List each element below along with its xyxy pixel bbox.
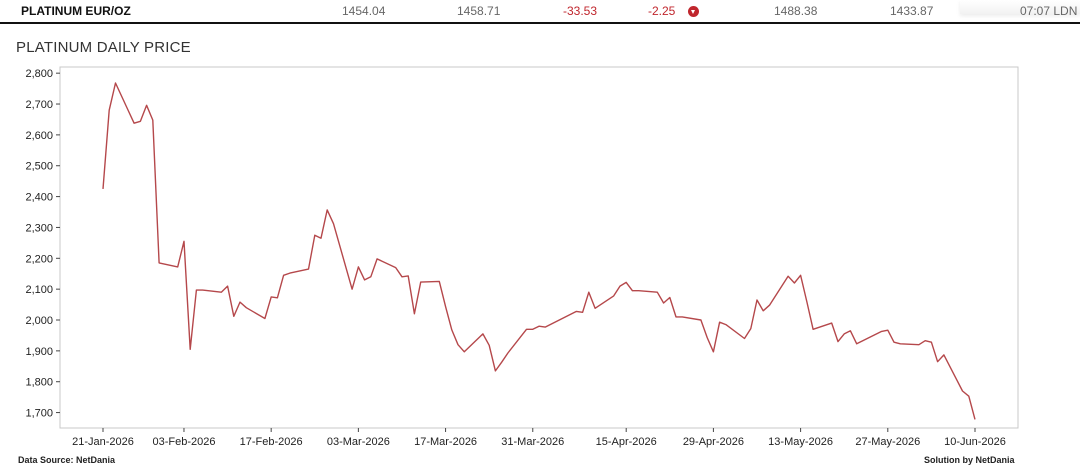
x-tick-label: 13-May-2026 <box>768 436 833 448</box>
x-tick-label: 03-Feb-2026 <box>152 436 215 448</box>
plot-area <box>59 66 1019 429</box>
x-tick-label: 17-Feb-2026 <box>240 436 303 448</box>
x-tick-label: 17-Mar-2026 <box>414 436 477 448</box>
solution-label: Solution by NetDania <box>924 455 1015 465</box>
y-tick-label: 2,800 <box>25 68 53 80</box>
x-tick-label: 15-Apr-2026 <box>596 436 657 448</box>
y-tick-label: 2,100 <box>25 284 53 296</box>
x-tick-label: 29-Apr-2026 <box>683 436 744 448</box>
x-tick-label: 27-May-2026 <box>855 436 920 448</box>
y-tick-label: 2,600 <box>25 130 53 142</box>
data-source-label: Data Source: NetDania <box>18 455 116 465</box>
y-tick-label: 1,800 <box>25 377 53 389</box>
y-tick-label: 1,900 <box>25 346 53 358</box>
y-tick-label: 2,200 <box>25 253 53 265</box>
price-chart: 1,700 1,800 1,900 2,000 2,100 2,200 2,300 2,400… <box>25 66 1019 448</box>
x-tick-label: 03-Mar-2026 <box>327 436 390 448</box>
y-tick-label: 2,300 <box>25 222 53 234</box>
x-tick-label: 31-Mar-2026 <box>501 436 564 448</box>
y-tick-label: 2,000 <box>25 315 53 327</box>
y-tick-label: 2,500 <box>25 161 53 173</box>
x-tick-label: 21-Jan-2026 <box>72 436 134 448</box>
y-tick-label: 2,400 <box>25 192 53 204</box>
y-tick-label: 1,700 <box>25 408 53 420</box>
y-tick-label: 2,700 <box>25 99 53 111</box>
x-tick-label: 10-Jun-2026 <box>944 436 1006 448</box>
